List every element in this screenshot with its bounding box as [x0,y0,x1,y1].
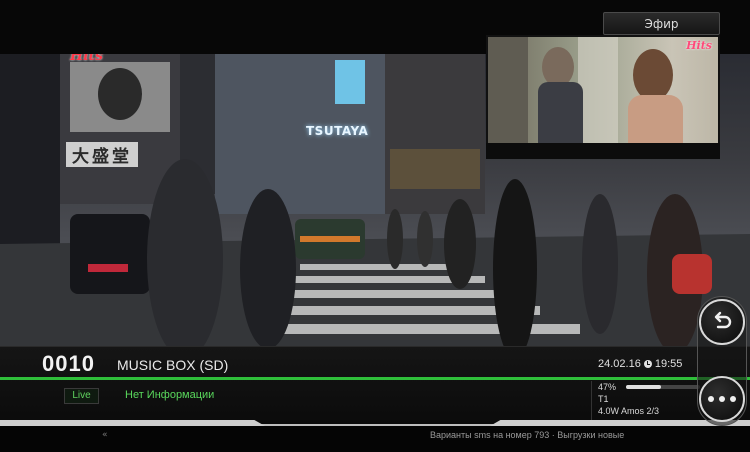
signal-strength-bar [626,385,700,389]
date-time: 24.02.16 19:55 [598,358,682,370]
ticker-text: Варианты sms на номер 793 · Выгрузки нов… [430,430,625,440]
satellite-label: 4.0W Amos 2/3 [598,406,660,416]
channel-number: 0010 [42,351,95,376]
channel-logo: Hits [70,54,103,64]
picture-in-picture[interactable]: Hits [486,35,720,159]
tuner-label: T1 [598,394,609,404]
time-text: 19:55 [654,358,683,370]
ticker-left-glyph: « [102,430,108,440]
back-arrow-icon [714,311,732,329]
pip-channel-logo: Hits [686,39,712,52]
clock-icon [643,360,652,368]
live-badge: Live [64,388,99,404]
bottom-ticker-strip: « Варианты sms на номер 793 · Выгрузки н… [0,424,750,452]
date-text: 24.02.16 [598,358,641,370]
more-dots-icon [708,396,736,402]
signal-strength-fill [626,385,661,389]
pip-frame-bottom [486,143,720,159]
more-options-button[interactable] [699,376,745,422]
pip-scene [488,37,683,157]
kanji-sign: 大盛堂 [66,142,138,167]
channel-info-bar: 0010 MUSIC BOX (SD) 24.02.16 19:55 Live Н… [0,346,750,425]
store-sign: TSUTAYA [306,124,369,138]
back-button[interactable] [699,299,745,345]
signal-panel: 47% T1 4.0W Amos 2/3 [591,381,701,423]
signal-percent: 47% [598,382,617,392]
epg-info-text: Нет Информации [125,389,215,401]
live-tv-button[interactable]: Эфир [603,12,720,35]
progress-divider [0,377,750,380]
channel-name: MUSIC BOX (SD) [117,357,229,373]
